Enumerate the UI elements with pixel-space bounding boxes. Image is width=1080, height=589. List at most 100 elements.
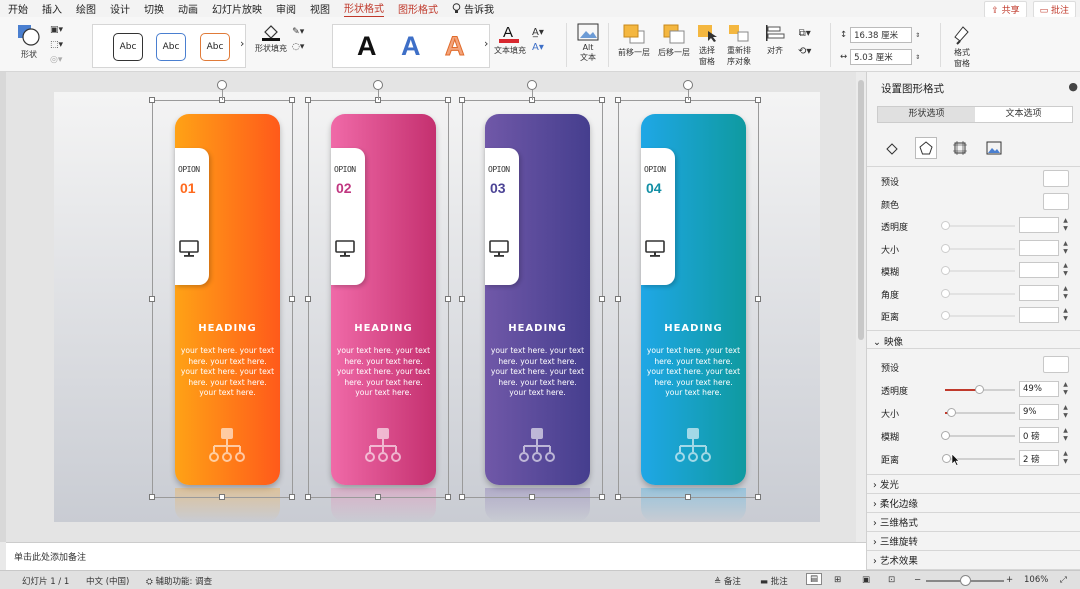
shadow-color-dropdown[interactable] [1043, 192, 1069, 210]
shadow-size-input[interactable] [1019, 239, 1059, 256]
section-soft-edges[interactable]: › 柔化边缘 [873, 496, 918, 510]
slider-knob[interactable] [941, 221, 950, 230]
menu-home[interactable]: 开始 [8, 1, 28, 16]
merge-shapes-icon[interactable]: ◎▾ [50, 53, 76, 68]
shadow-preset-dropdown[interactable] [1043, 170, 1069, 187]
resize-handle[interactable] [375, 494, 381, 500]
slider-knob[interactable] [947, 408, 956, 417]
resize-handle[interactable] [289, 494, 295, 500]
height-spinner-icon[interactable]: ⇕ [915, 32, 920, 39]
style-sample-2[interactable]: Abc [156, 33, 186, 61]
reading-view-icon[interactable]: ▣ [862, 575, 870, 585]
spinner-icon[interactable]: ▲ ▼ [1061, 240, 1070, 256]
language-status[interactable]: 中文 (中国) [86, 575, 129, 587]
spinner-icon[interactable]: ▲ ▼ [1061, 427, 1070, 443]
accessibility-status[interactable]: ⛭ 辅助功能: 调查 [146, 575, 212, 587]
shadow-angle-input[interactable] [1019, 284, 1059, 301]
align-button[interactable]: 对齐 [760, 23, 790, 56]
menu-shape-format[interactable]: 形状格式 [344, 0, 384, 18]
resize-handle[interactable] [529, 494, 535, 500]
text-effects-icon[interactable]: A▾ [532, 40, 544, 55]
notes-area[interactable]: 单击此处添加备注 [6, 542, 866, 570]
resize-handle[interactable] [149, 296, 155, 302]
reflection-blur-slider[interactable] [941, 431, 1015, 440]
zoom-slider-knob[interactable] [960, 575, 971, 586]
resize-handle[interactable] [219, 494, 225, 500]
slider-knob[interactable] [942, 454, 951, 463]
reflection-transparency-slider[interactable] [945, 385, 1015, 394]
section-glow[interactable]: › 发光 [873, 477, 899, 491]
picture-icon[interactable] [983, 137, 1005, 159]
resize-handle[interactable] [755, 296, 761, 302]
resize-handle[interactable] [599, 97, 605, 103]
resize-handle[interactable] [305, 296, 311, 302]
slider-knob[interactable] [941, 288, 950, 298]
shadow-blur-slider[interactable] [941, 266, 1015, 275]
menu-draw[interactable]: 绘图 [76, 1, 96, 16]
selection-frame[interactable] [462, 100, 603, 498]
resize-handle[interactable] [305, 494, 311, 500]
send-backward-button[interactable]: 后移一层 [656, 23, 692, 58]
normal-view-icon[interactable]: ▤ [806, 573, 823, 585]
menu-animations[interactable]: 动画 [178, 1, 198, 16]
style-sample-1[interactable]: Abc [113, 33, 143, 61]
slider-knob[interactable] [941, 431, 950, 440]
zoom-slider[interactable] [926, 575, 1004, 586]
selection-frame[interactable] [152, 100, 293, 498]
shadow-distance-input[interactable] [1019, 307, 1059, 323]
wordart-sample-1[interactable]: A [357, 31, 377, 62]
section-artistic-effects[interactable]: › 艺术效果 [873, 553, 918, 567]
scrollbar-thumb[interactable] [858, 80, 864, 340]
spinner-icon[interactable]: ▲ ▼ [1061, 307, 1070, 323]
reflection-section-header[interactable]: ⌄ 映像 [873, 334, 903, 348]
edit-shape-group[interactable]: ▣▾ ⬚▾ ◎▾ [50, 23, 76, 68]
shadow-transparency-slider[interactable] [941, 221, 1015, 230]
shadow-size-slider[interactable] [941, 243, 1015, 253]
menu-view[interactable]: 视图 [310, 1, 330, 16]
text-outline-icon[interactable]: A̲▾ [532, 25, 544, 40]
pane-close-icon[interactable]: ● [1068, 80, 1078, 93]
rotate-handle-icon[interactable] [217, 80, 227, 90]
tab-text-options[interactable]: 文本选项 [975, 107, 1072, 122]
format-pane-button[interactable]: 格式 窗格 [948, 23, 976, 69]
reorder-objects-button[interactable]: 重新排 序对象 [722, 23, 756, 67]
spinner-icon[interactable]: ▲ ▼ [1061, 404, 1070, 420]
resize-handle[interactable] [755, 97, 761, 103]
menu-graphic-format[interactable]: 图形格式 [398, 1, 438, 16]
resize-handle[interactable] [149, 97, 155, 103]
resize-handle[interactable] [685, 494, 691, 500]
shape-fill-button[interactable]: 形状填充 [252, 23, 290, 54]
rotate-icon[interactable]: ⟲▾ [798, 43, 811, 61]
menu-slideshow[interactable]: 幻灯片放映 [212, 1, 262, 16]
shape-effects-icon[interactable]: ◌▾ [292, 40, 304, 55]
comments-button[interactable]: ▭ 批注 [1032, 1, 1076, 18]
section-3d-rotation[interactable]: › 三维旋转 [873, 534, 918, 548]
resize-handle[interactable] [615, 494, 621, 500]
shape-outline-icon[interactable]: ✎▾ [292, 25, 304, 40]
reflection-transparency-input[interactable]: 49% [1019, 381, 1059, 397]
effects-icon[interactable] [915, 137, 937, 159]
resize-handle[interactable] [755, 494, 761, 500]
reflection-distance-input[interactable]: 2 磅 [1019, 450, 1059, 466]
share-button[interactable]: ⇪ 共享 [984, 1, 1027, 18]
resize-handle[interactable] [149, 494, 155, 500]
size-properties-icon[interactable] [949, 137, 971, 159]
rotate-handle-icon[interactable] [373, 80, 383, 90]
slide-sorter-icon[interactable]: ⊞ [834, 575, 841, 585]
comments-toggle[interactable]: ▬ 批注 [760, 575, 788, 587]
gallery-more-icon[interactable]: › [240, 37, 244, 50]
spinner-icon[interactable]: ▲ ▼ [1061, 285, 1070, 301]
slider-knob[interactable] [975, 385, 984, 394]
resize-handle[interactable] [445, 494, 451, 500]
resize-handle[interactable] [289, 97, 295, 103]
zoom-out-icon[interactable]: − [914, 575, 921, 585]
spinner-icon[interactable]: ▲ ▼ [1061, 450, 1070, 466]
resize-handle[interactable] [459, 97, 465, 103]
resize-handle[interactable] [599, 296, 605, 302]
bring-forward-button[interactable]: 前移一层 [616, 23, 652, 58]
slider-knob[interactable] [941, 243, 950, 253]
style-sample-3[interactable]: Abc [200, 33, 230, 61]
tab-shape-options[interactable]: 形状选项 [878, 107, 975, 122]
resize-handle[interactable] [599, 494, 605, 500]
rotate-handle-icon[interactable] [683, 80, 693, 90]
